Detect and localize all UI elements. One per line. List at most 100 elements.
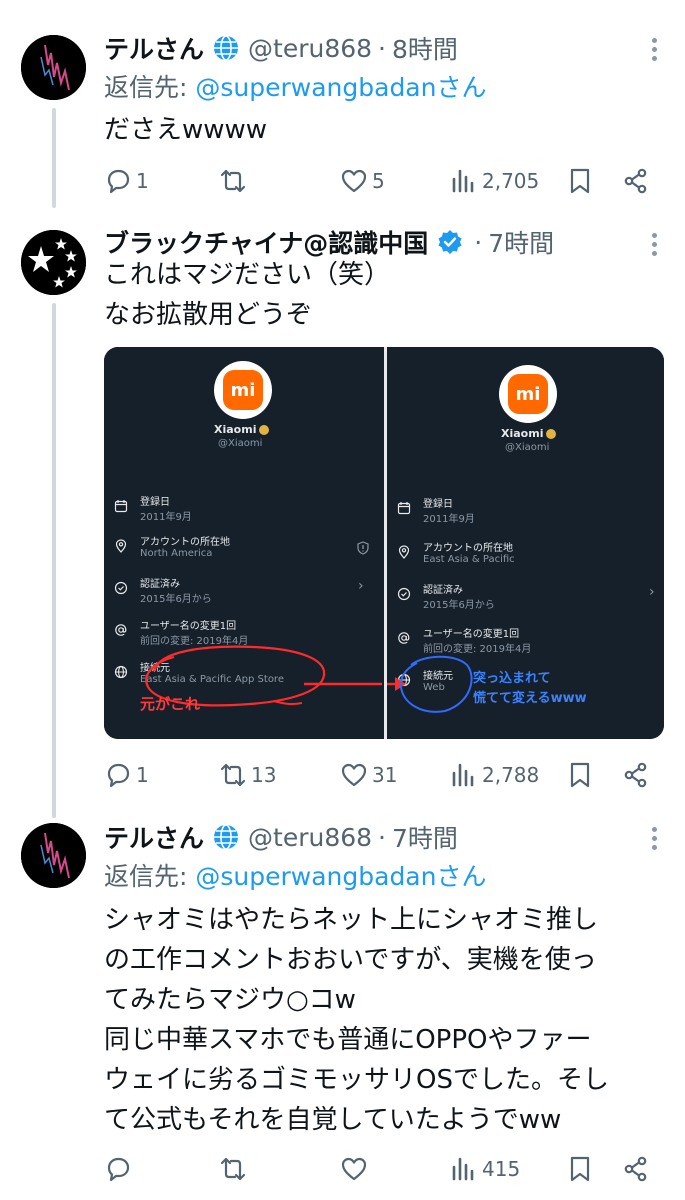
views-button[interactable]: 2,788	[450, 757, 539, 793]
share-button[interactable]	[622, 163, 650, 199]
heart-icon	[341, 763, 367, 787]
globe-badge-icon	[214, 35, 239, 61]
bookmark-button[interactable]	[566, 1151, 594, 1187]
info-label: 登録日	[140, 497, 170, 508]
reply-count: 1	[136, 763, 149, 787]
verified-badge-icon	[438, 230, 462, 254]
view-count: 415	[482, 1157, 521, 1181]
red-arrow-annotation	[304, 682, 382, 686]
heart-icon	[341, 1157, 367, 1181]
share-button[interactable]	[622, 757, 650, 793]
like-button[interactable]	[340, 1151, 372, 1187]
views-button[interactable]: 2,705	[450, 163, 539, 199]
action-bar: 1 13 31 2,788	[104, 757, 664, 793]
reply-button[interactable]: 1	[104, 163, 149, 199]
bookmark-icon	[570, 762, 590, 788]
retweet-button[interactable]: 13	[219, 757, 276, 793]
share-icon	[624, 168, 647, 194]
profile-name: Xiaomi	[214, 423, 270, 436]
separator-dot: ·	[474, 227, 483, 257]
view-count: 2,705	[482, 169, 540, 193]
gold-verified-icon	[546, 429, 557, 439]
tweet-text-line: ウェイに劣るゴミモッサリOSでした。そし	[104, 1065, 609, 1095]
like-button[interactable]: 31	[340, 757, 397, 793]
view-count: 2,788	[482, 763, 540, 787]
tweet-text-line: シャオミはやたらネット上にシャオミ推し	[104, 905, 599, 935]
retweet-icon	[220, 169, 246, 193]
profile-handle: @Xiaomi	[505, 442, 550, 453]
at-icon	[398, 632, 410, 644]
more-options-icon[interactable]	[651, 233, 657, 256]
tweet-media-image[interactable]: mi Xiaomi @Xiaomi 登録日 2011年9月 アカウントの所在地 …	[104, 347, 664, 739]
info-value: East Asia & Pacific	[423, 554, 515, 565]
tweet-text-line: てみたらマジウ○コw	[104, 985, 356, 1015]
timestamp[interactable]: 7時間	[392, 819, 458, 855]
reply-button[interactable]	[104, 1151, 136, 1187]
tweet-text-line: て公式もそれを自覚していたようでww	[104, 1105, 562, 1135]
at-icon	[115, 624, 127, 636]
retweet-button[interactable]	[219, 163, 251, 199]
retweet-icon	[220, 1157, 246, 1181]
tweet[interactable]: ブラックチャイナ@認識中国 · 7時間 これはマジださい（笑） なお拡散用どうぞ…	[0, 205, 685, 805]
reply-label: 返信先:	[104, 862, 196, 891]
info-label: アカウントの所在地	[423, 543, 513, 554]
info-row: 認証済み 2015年6月から ›	[104, 575, 374, 609]
xiaomi-logo-icon: mi	[499, 365, 557, 423]
retweet-button[interactable]	[219, 1151, 251, 1187]
tweet-text-line: の工作コメントおおいですが、実機を使っ	[104, 945, 597, 975]
info-row: アカウントの所在地 East Asia & Pacific	[387, 539, 657, 573]
info-label: 認証済み	[423, 585, 463, 596]
bookmark-button[interactable]	[566, 757, 594, 793]
timestamp[interactable]: 8時間	[392, 30, 458, 66]
action-bar: 415	[104, 1151, 664, 1187]
tweet[interactable]: テルさん @teru868 · 8時間 返信先: @superwangbadan…	[0, 0, 685, 205]
info-value: North America	[140, 548, 213, 559]
reply-mention-link[interactable]: @superwangbadanさん	[195, 862, 486, 891]
info-label: ユーザー名の変更1回	[140, 621, 237, 632]
verified-check-icon	[114, 581, 128, 595]
avatar[interactable]	[21, 823, 86, 888]
avatar[interactable]	[21, 35, 86, 100]
profile-handle: @Xiaomi	[218, 438, 263, 449]
media-panel-left: mi Xiaomi @Xiaomi 登録日 2011年9月 アカウントの所在地 …	[104, 347, 384, 739]
tweet-text: ださえwwww	[104, 110, 665, 150]
location-icon	[398, 545, 410, 559]
tweet-text-line: なお拡散用どうぞ	[104, 300, 313, 330]
reply-icon	[107, 169, 130, 194]
reply-icon	[107, 1157, 130, 1182]
reply-mention-link[interactable]: @superwangbadanさん	[195, 73, 486, 102]
more-options-icon[interactable]	[651, 38, 657, 61]
user-handle[interactable]: @teru868	[248, 34, 372, 63]
calendar-icon	[397, 502, 411, 515]
verified-check-icon	[397, 587, 411, 601]
share-icon	[624, 762, 647, 788]
info-value: 2011年9月	[423, 514, 475, 525]
share-button[interactable]	[622, 1151, 650, 1187]
info-row: 登録日 2011年9月	[387, 495, 657, 529]
display-name[interactable]: テルさん	[104, 30, 204, 66]
media-panel-right: mi Xiaomi @Xiaomi 登録日 2011年9月 アカウントの所在地 …	[387, 347, 664, 739]
info-row: 登録日 2011年9月	[104, 493, 374, 527]
avatar[interactable]	[21, 230, 86, 295]
shield-warning-icon	[357, 541, 369, 555]
annotation-red-text: 元がこれ	[140, 695, 201, 713]
info-value: 2011年9月	[140, 512, 192, 523]
more-options-icon[interactable]	[651, 827, 657, 850]
views-button[interactable]: 415	[450, 1151, 520, 1187]
profile-name: Xiaomi	[501, 427, 557, 440]
bookmark-button[interactable]	[566, 163, 594, 199]
bookmark-icon	[570, 1156, 590, 1182]
info-label: ユーザー名の変更1回	[423, 629, 520, 640]
user-handle[interactable]: @teru868	[248, 823, 372, 852]
gold-verified-icon	[259, 425, 270, 435]
analytics-icon	[452, 1157, 474, 1181]
reply-button[interactable]: 1	[104, 757, 149, 793]
location-icon	[115, 539, 127, 553]
tweet-text: これはマジださい（笑） なお拡散用どうぞ	[104, 255, 665, 335]
tweet[interactable]: テルさん @teru868 · 7時間 返信先: @superwangbadan…	[0, 805, 685, 1200]
info-label: 認証済み	[140, 579, 180, 590]
blue-circle-annotation	[399, 655, 473, 713]
globe-icon	[114, 665, 128, 679]
display-name[interactable]: テルさん	[104, 819, 204, 855]
like-button[interactable]: 5	[340, 163, 385, 199]
